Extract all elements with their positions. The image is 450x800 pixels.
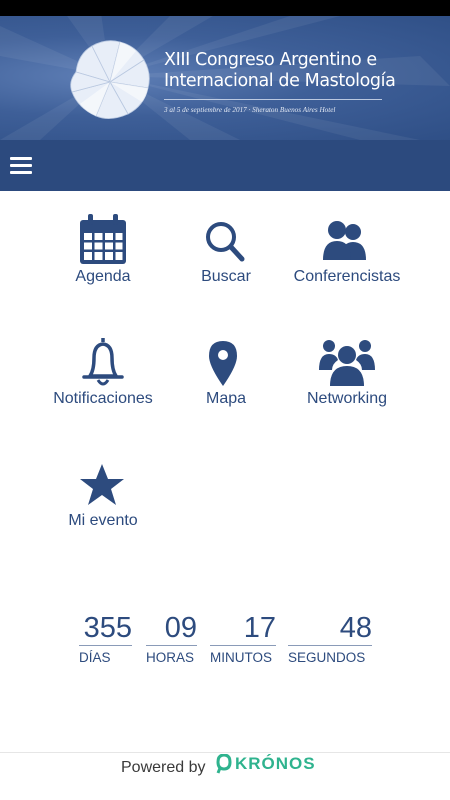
countdown-days-label: DÍAS bbox=[79, 650, 111, 665]
banner-divider bbox=[164, 99, 382, 100]
countdown-seconds-divider bbox=[288, 645, 372, 646]
countdown-seconds-label: SEGUNDOS bbox=[288, 650, 366, 665]
countdown-days-divider bbox=[79, 645, 132, 646]
banner-title: XIII Congreso Argentino e Internacional … bbox=[164, 50, 444, 92]
footer-divider bbox=[0, 752, 450, 753]
star-icon bbox=[80, 464, 124, 505]
speakers-icon bbox=[323, 221, 366, 260]
tile-networking-label: Networking bbox=[306, 390, 388, 407]
nav-bar bbox=[0, 140, 450, 191]
powered-by-text: Powered by bbox=[121, 759, 206, 776]
tile-conferencistas-label: Conferencistas bbox=[293, 268, 401, 285]
countdown-hours-label: HORAS bbox=[146, 650, 195, 665]
brand-mark-icon bbox=[216, 753, 232, 774]
countdown-hours-divider bbox=[146, 645, 197, 646]
countdown-minutes-label: MINUTOS bbox=[210, 650, 273, 665]
countdown-hours: 09 bbox=[164, 612, 197, 644]
tile-conferencistas[interactable]: Conferencistas bbox=[272, 214, 422, 324]
banner-title-line2: Internacional de Mastología bbox=[164, 71, 396, 91]
tile-networking[interactable]: Networking bbox=[272, 336, 422, 446]
brand-logo[interactable]: KRÓNOS bbox=[216, 753, 316, 776]
status-bar bbox=[0, 0, 450, 16]
countdown-days: 355 bbox=[83, 612, 132, 644]
event-banner: XIII Congreso Argentino e Internacional … bbox=[0, 16, 450, 140]
countdown-seconds: 48 bbox=[339, 612, 372, 644]
banner-subtitle: 3 al 5 de septiembre de 2017 · Sheraton … bbox=[164, 106, 336, 114]
countdown-minutes-divider bbox=[210, 645, 276, 646]
congress-logo bbox=[70, 40, 150, 119]
group-icon bbox=[319, 340, 375, 386]
countdown-minutes: 17 bbox=[243, 612, 276, 644]
tile-mi-evento-label: Mi evento bbox=[68, 512, 138, 529]
tile-mi-evento[interactable]: Mi evento bbox=[28, 458, 178, 568]
banner-title-line1: XIII Congreso Argentino e bbox=[164, 50, 377, 70]
brand-name: KRÓNOS bbox=[235, 754, 316, 773]
hamburger-menu-icon[interactable] bbox=[9, 156, 35, 176]
